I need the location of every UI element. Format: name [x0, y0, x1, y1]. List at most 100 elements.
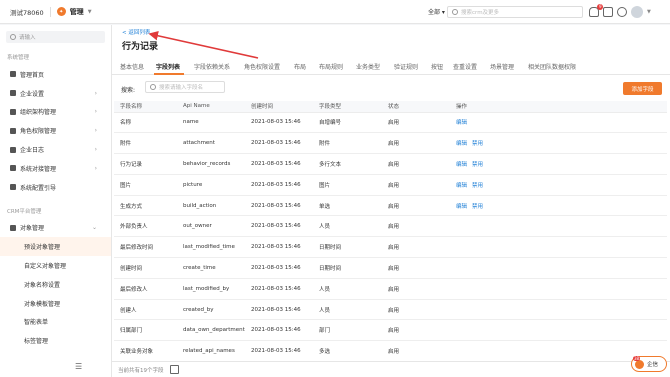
- notification-bell-icon[interactable]: 9: [589, 4, 603, 17]
- fields-table: 字段名称 Api Name 创建时间 字段类型 状态 操作 名称 name 2021…: [114, 101, 667, 363]
- table-cell: related_api_names: [177, 340, 245, 363]
- sidebar-group-crm: CRM平台管理: [7, 208, 42, 215]
- edit-link[interactable]: 编辑: [456, 141, 467, 147]
- gear-icon[interactable]: [617, 7, 627, 17]
- disable-link[interactable]: 禁用: [472, 183, 483, 189]
- add-field-button[interactable]: 添加字段: [623, 82, 662, 95]
- module-title[interactable]: 管理: [70, 7, 84, 17]
- tab-basic-info[interactable]: 基本信息: [120, 62, 144, 71]
- tab-scene-management[interactable]: 场景管理: [490, 62, 514, 71]
- sidebar-subitem-custom-objects[interactable]: 自定义对象管理: [0, 256, 111, 275]
- tab-business-types[interactable]: 业务类型: [356, 62, 380, 71]
- tab-field-dependency[interactable]: 字段依赖关系: [194, 62, 230, 71]
- table-cell: build_action: [177, 195, 245, 217]
- qixin-chat-button[interactable]: 38 企信: [631, 355, 667, 372]
- tab-buttons[interactable]: 按钮: [431, 62, 443, 71]
- sidebar-item-roles[interactable]: 角色权限管理 ›: [0, 121, 111, 140]
- table-row[interactable]: 最后修改人 last_modified_by 2021-08-03 15:46 人员启…: [114, 278, 667, 300]
- sidebar-item-logs[interactable]: 企业日志 ›: [0, 140, 111, 159]
- table-cell: 2021-08-03 15:46: [245, 319, 313, 342]
- table-cell: 日期时间: [313, 257, 382, 279]
- column-header[interactable]: 创建时间: [245, 101, 313, 113]
- table-row[interactable]: 最后修改时间 last_modified_time 2021-08-03 15:46…: [114, 236, 667, 259]
- table-row[interactable]: 生成方式 build_action 2021-08-03 15:46 单选 启用 编辑 禁用: [114, 195, 667, 217]
- chat-badge: 38: [633, 355, 641, 361]
- back-to-list-link[interactable]: < 返回列表: [122, 28, 150, 36]
- actions-cell: 编辑 禁用: [450, 132, 667, 155]
- chevron-down-icon[interactable]: ▼: [88, 9, 92, 15]
- column-header: 操作: [450, 101, 667, 113]
- table-cell: 创建时间: [114, 257, 177, 279]
- table-row[interactable]: 关联业务对象 related_api_names 2021-08-03 15:46 多…: [114, 340, 667, 363]
- tab-role-permissions[interactable]: 角色权限设置: [244, 62, 280, 71]
- table-row[interactable]: 外部负责人 out_owner 2021-08-03 15:46 人员 启用: [114, 215, 667, 238]
- edit-link[interactable]: 编辑: [456, 162, 467, 168]
- table-row[interactable]: 名称 name 2021-08-03 15:46 自增编号 启用 编辑: [114, 112, 667, 134]
- table-cell: 2021-08-03 15:46: [245, 112, 313, 134]
- sidebar-item-integration[interactable]: 系统对接管理 ›: [0, 159, 111, 178]
- message-icon[interactable]: [603, 7, 613, 17]
- field-search-input[interactable]: 搜索请输入字段名: [145, 81, 225, 93]
- filter-label: 搜索:: [121, 87, 136, 94]
- sidebar-search-input[interactable]: 请输入: [6, 31, 105, 43]
- table-row[interactable]: 行为记录 behavior_records 2021-08-03 15:46 多行文本…: [114, 153, 667, 175]
- table-row[interactable]: 图片 picture 2021-08-03 15:46 图片 启用 编辑 禁用: [114, 174, 667, 196]
- table-row[interactable]: 创建人 created_by 2021-08-03 15:46 人员 启用: [114, 299, 667, 321]
- tab-layout[interactable]: 布局: [294, 62, 306, 71]
- table-cell: out_owner: [177, 215, 245, 238]
- column-header[interactable]: 状态: [382, 101, 450, 113]
- avatar[interactable]: [631, 6, 643, 18]
- sidebar-subitem-object-names[interactable]: 对象名称设置: [0, 275, 111, 294]
- tab-team-data-permissions[interactable]: 相关团队数据权限: [528, 62, 576, 71]
- collapse-sidebar-icon[interactable]: ☰: [75, 362, 82, 371]
- disable-link[interactable]: 禁用: [472, 162, 483, 168]
- sidebar-item-home[interactable]: 管理首页: [0, 65, 111, 84]
- table-cell: 2021-08-03 15:46: [245, 132, 313, 155]
- edit-link[interactable]: 编辑: [456, 204, 467, 210]
- table-cell: 人员: [313, 278, 382, 300]
- column-header[interactable]: Api Name: [177, 101, 245, 113]
- table-cell: 启用: [382, 299, 450, 321]
- sidebar-item-object-mgmt[interactable]: 对象管理 ⌄: [0, 219, 111, 238]
- sidebar-subitem-preset-objects[interactable]: 预设对象管理: [0, 237, 111, 257]
- table-cell: 附件: [313, 132, 382, 155]
- chevron-down-icon[interactable]: ▼: [647, 9, 651, 15]
- search-placeholder: 搜索crm及更多: [461, 10, 500, 16]
- sidebar-item-org[interactable]: 组织架构管理 ›: [0, 103, 111, 122]
- disable-link[interactable]: 禁用: [472, 141, 483, 147]
- tab-validation-rules[interactable]: 验证规则: [394, 62, 418, 71]
- table-cell: 名称: [114, 112, 177, 134]
- table-footer: 当前共有19个字段: [112, 361, 670, 377]
- tab-layout-rules[interactable]: 布局规则: [319, 62, 343, 71]
- role-icon: [10, 127, 16, 134]
- table-row[interactable]: 附件 attachment 2021-08-03 15:46 附件 启用 编辑 禁用: [114, 132, 667, 155]
- table-cell: 附件: [114, 132, 177, 155]
- chevron-right-icon: ›: [94, 146, 97, 154]
- table-row[interactable]: 创建时间 create_time 2021-08-03 15:46 日期时间 启用: [114, 257, 667, 279]
- table-cell: 自增编号: [313, 112, 382, 134]
- column-header[interactable]: 字段类型: [313, 101, 382, 113]
- column-header[interactable]: 字段名称: [114, 101, 177, 113]
- table-row[interactable]: 归属部门 data_own_department 2021-08-03 15:46 部…: [114, 319, 667, 342]
- global-search-input[interactable]: 搜索crm及更多: [447, 6, 583, 18]
- table-cell: 部门: [313, 319, 382, 342]
- tab-field-list[interactable]: 字段列表: [156, 62, 180, 71]
- company-name[interactable]: 测试78060: [10, 7, 44, 17]
- search-icon: [150, 84, 156, 90]
- edit-link[interactable]: 编辑: [456, 183, 467, 189]
- table-cell: 启用: [382, 174, 450, 196]
- chevron-right-icon: ›: [94, 164, 97, 172]
- sidebar-item-guide[interactable]: 系统配置引导: [0, 178, 111, 197]
- tab-dedup-settings[interactable]: 查重设置: [453, 62, 477, 71]
- divider: [49, 6, 51, 17]
- search-scope-select[interactable]: 全部 ▾: [428, 7, 445, 16]
- table-cell: 行为记录: [114, 153, 177, 175]
- disable-link[interactable]: 禁用: [472, 204, 483, 210]
- sidebar-subitem-tags[interactable]: 标签管理: [0, 331, 111, 350]
- edit-link[interactable]: 编辑: [456, 120, 467, 126]
- sidebar-item-enterprise-settings[interactable]: 企业设置 ›: [0, 84, 111, 103]
- list-settings-icon[interactable]: [169, 365, 179, 374]
- sidebar-subitem-smart-forms[interactable]: 智能表单: [0, 313, 111, 332]
- sidebar-subitem-object-templates[interactable]: 对象模板管理: [0, 294, 111, 313]
- actions-cell: [450, 215, 667, 238]
